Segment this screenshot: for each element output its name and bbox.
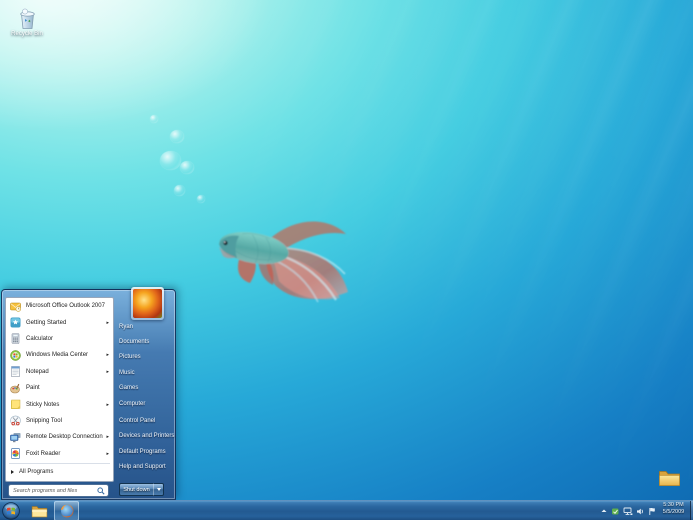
menu-item-label: Calculator	[26, 335, 54, 342]
notepad-icon	[11, 366, 20, 378]
show-hidden-icons-button[interactable]	[600, 507, 608, 515]
sticky-notes-icon	[11, 399, 21, 410]
menu-item-sticky-notes[interactable]: Sticky Notes ▸	[6, 396, 113, 412]
menu-item-label: Notepad	[26, 368, 49, 375]
getting-started-icon	[10, 317, 21, 328]
remote-desktop-icon	[10, 432, 21, 443]
shutdown-button[interactable]: Shut down	[119, 483, 153, 496]
bubble	[150, 115, 158, 123]
submenu-arrow-icon: ▸	[106, 368, 109, 375]
taskbar-explorer-button[interactable]	[28, 501, 51, 520]
bubble	[174, 185, 185, 196]
menu-place-music[interactable]: Music	[119, 365, 175, 380]
menu-item-calculator[interactable]: Calculator	[6, 331, 113, 347]
shutdown-control: Shut down	[119, 483, 164, 496]
menu-place-computer[interactable]: Computer	[119, 396, 175, 411]
action-center-flag-icon[interactable]	[648, 507, 657, 516]
submenu-arrow-icon: ▸	[106, 450, 109, 457]
foxit-reader-icon	[11, 448, 20, 460]
menu-place-documents[interactable]: Documents	[119, 334, 175, 349]
all-programs-arrow-icon	[11, 470, 14, 475]
paint-icon	[10, 383, 20, 393]
all-programs-button[interactable]: All Programs	[6, 465, 113, 480]
bubble	[197, 195, 205, 203]
menu-place-games[interactable]: Games	[119, 381, 175, 396]
recycle-bin-icon	[19, 8, 35, 29]
all-programs-label: All Programs	[19, 469, 54, 476]
taskbar: 5:30 PM 5/5/2009	[0, 500, 693, 520]
firefox-icon	[60, 504, 73, 518]
menu-item-label: Windows Media Center	[26, 352, 89, 359]
start-menu: Microsoft Office Outlook 2007 Getting St…	[1, 287, 176, 500]
menu-separator	[9, 462, 110, 464]
start-menu-places: Ryan Documents Pictures Music Games Comp…	[119, 319, 175, 475]
taskbar-clock[interactable]: 5:30 PM 5/5/2009	[657, 502, 690, 520]
folder-icon	[658, 471, 680, 486]
outlook-icon	[10, 302, 21, 312]
bubble	[180, 161, 194, 174]
calculator-icon	[11, 333, 20, 345]
snipping-tool-icon	[10, 416, 21, 426]
system-tray	[600, 501, 657, 520]
submenu-arrow-icon: ▸	[106, 352, 109, 359]
betta-fish	[219, 221, 348, 303]
search-icon	[97, 486, 105, 495]
windows-explorer-icon	[31, 506, 48, 518]
menu-item-label: Snipping Tool	[26, 417, 62, 424]
search-input[interactable]	[9, 487, 97, 494]
windows7-desktop: Recycle Bin Microsoft Office Outlook 200…	[0, 0, 693, 520]
user-picture	[133, 289, 162, 318]
desktop-folder-shortcut[interactable]	[647, 468, 691, 488]
start-search-box	[8, 484, 109, 497]
shutdown-label: Shut down	[123, 486, 150, 493]
chevron-down-icon	[156, 488, 161, 491]
menu-place-help-support[interactable]: Help and Support	[119, 460, 175, 475]
menu-item-media-center[interactable]: Windows Media Center ▸	[6, 347, 113, 363]
submenu-arrow-icon: ▸	[106, 319, 109, 326]
menu-item-notepad[interactable]: Notepad ▸	[6, 364, 113, 380]
recycle-bin-shortcut[interactable]: Recycle Bin	[5, 6, 49, 37]
start-menu-program-list: Microsoft Office Outlook 2007 Getting St…	[5, 297, 114, 482]
bubble	[160, 151, 181, 170]
menu-item-paint[interactable]: Paint	[6, 380, 113, 396]
menu-item-label: Sticky Notes	[26, 401, 60, 408]
menu-item-label: Remote Desktop Connection	[26, 434, 103, 441]
menu-item-label: Microsoft Office Outlook 2007	[26, 303, 105, 310]
menu-item-snipping-tool[interactable]: Snipping Tool	[6, 413, 113, 429]
menu-place-devices-printers[interactable]: Devices and Printers	[119, 429, 175, 444]
user-picture-tile[interactable]	[131, 287, 164, 320]
menu-item-foxit-reader[interactable]: Foxit Reader ▸	[6, 446, 113, 462]
recycle-bin-label: Recycle Bin	[11, 31, 43, 37]
menu-place-user[interactable]: Ryan	[119, 319, 175, 334]
clock-date: 5/5/2009	[662, 509, 685, 515]
menu-item-label: Getting Started	[26, 319, 67, 326]
network-icon[interactable]	[623, 507, 633, 516]
media-center-icon	[10, 350, 21, 361]
submenu-arrow-icon: ▸	[106, 434, 109, 441]
tray-program-icon[interactable]	[611, 507, 620, 516]
menu-item-label: Foxit Reader	[26, 450, 61, 457]
menu-item-outlook[interactable]: Microsoft Office Outlook 2007	[6, 298, 113, 314]
volume-icon[interactable]	[636, 507, 645, 516]
menu-place-pictures[interactable]: Pictures	[119, 350, 175, 365]
menu-place-control-panel[interactable]: Control Panel	[119, 413, 175, 428]
bubble	[170, 130, 184, 143]
menu-item-getting-started[interactable]: Getting Started ▸	[6, 314, 113, 330]
menu-item-label: Paint	[26, 385, 40, 392]
submenu-arrow-icon: ▸	[106, 401, 109, 408]
clock-time: 5:30 PM	[663, 502, 684, 508]
shutdown-options-button[interactable]	[153, 483, 164, 496]
menu-place-default-programs[interactable]: Default Programs	[119, 444, 175, 459]
taskbar-firefox-button[interactable]	[54, 501, 79, 520]
menu-item-remote-desktop[interactable]: Remote Desktop Connection ▸	[6, 429, 113, 445]
start-button[interactable]	[2, 502, 20, 520]
